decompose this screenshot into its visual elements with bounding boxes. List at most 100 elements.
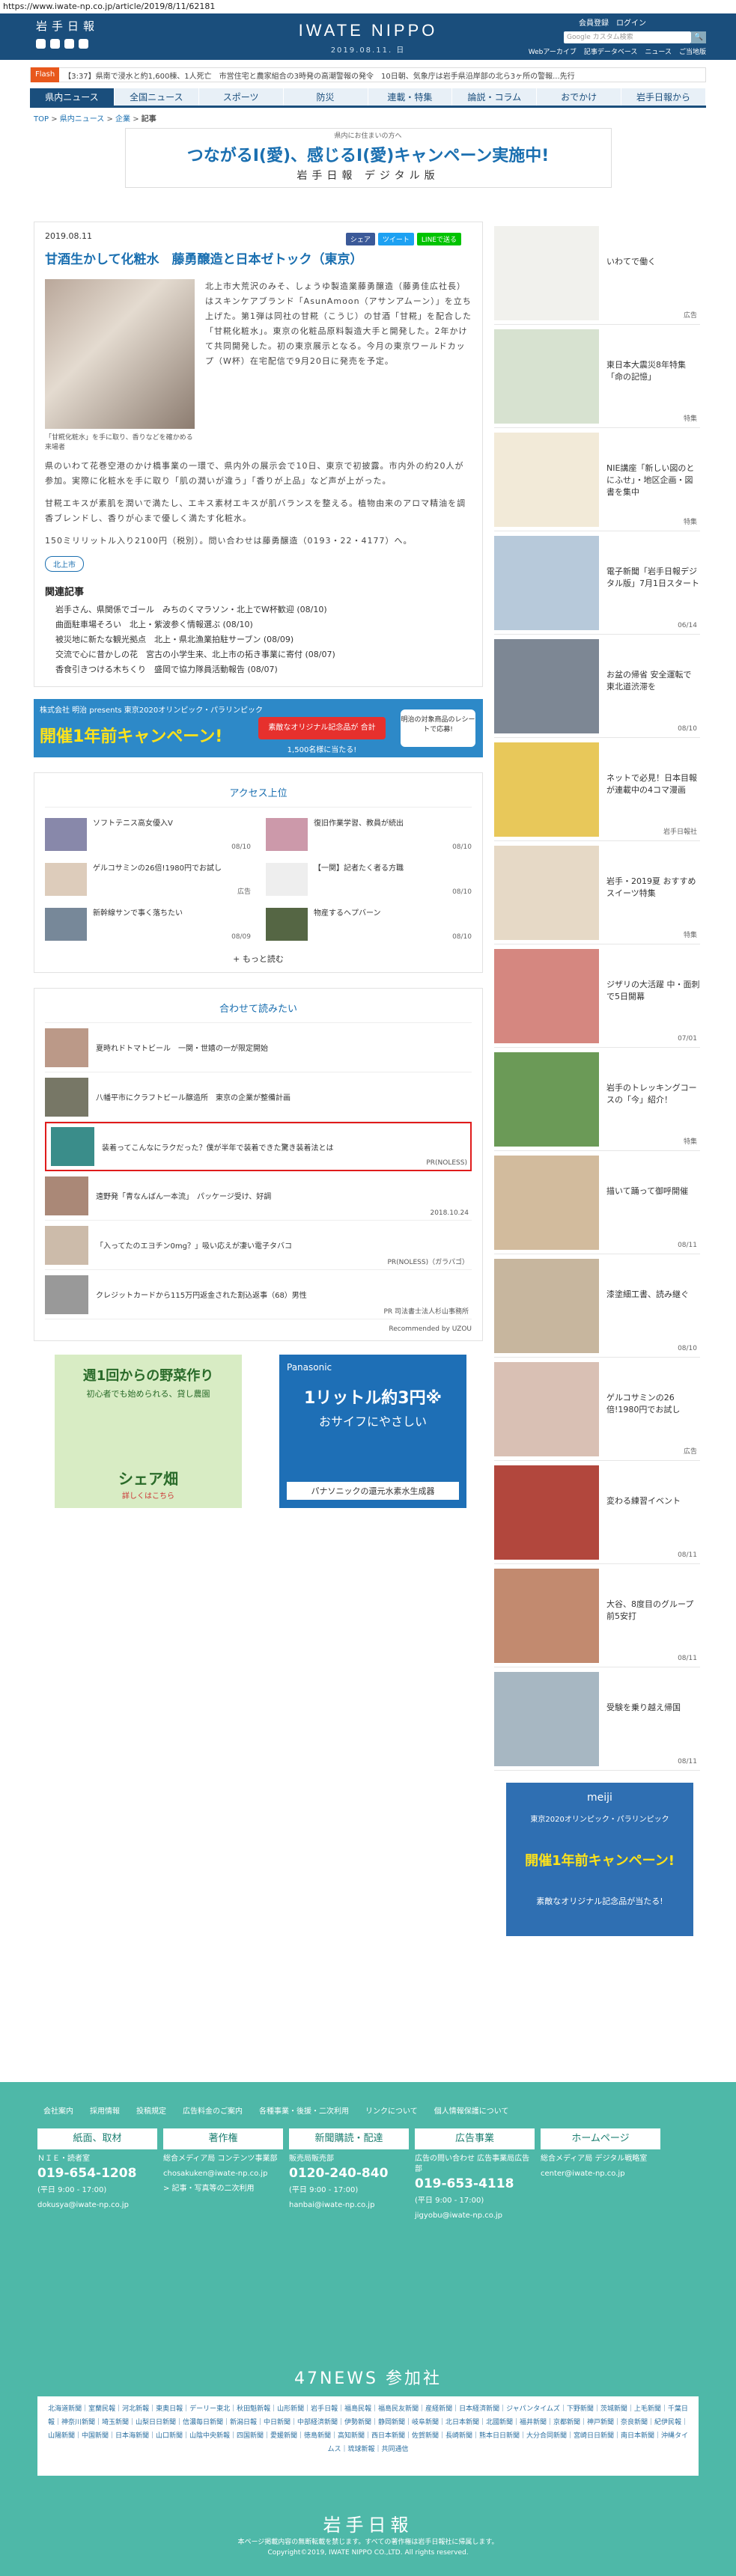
ranking-heading: アクセス上位 <box>45 781 472 808</box>
footer-contact-email[interactable]: chosakuken@iwate-np.co.jp <box>163 2169 283 2179</box>
breadcrumb-top[interactable]: TOP <box>34 115 49 123</box>
related-item[interactable]: 被災地に新たな観光拠点 北上・県北漁業拍駐サーブン (08/09) <box>45 632 472 647</box>
footer-contact-link[interactable]: > 記事・写真等の二次利用 <box>163 2184 283 2194</box>
related-item[interactable]: 曲面駐車場そろい 北上・紫波参く情報選ぶ (08/10) <box>45 617 472 632</box>
breadcrumb-local[interactable]: 県内ニュース <box>60 115 105 123</box>
related-item[interactable]: 交流で心に昔かしの花 宮古の小学生来、北上市の拓き事業に寄付 (08/07) <box>45 647 472 662</box>
url-bar[interactable]: https://www.iwate-np.co.jp/article/2019/… <box>0 0 736 13</box>
recommend-item[interactable]: 「入ってたのエヨチン0mg？」吸い応えが凄い電子タバコ PR(NOLESS)（ガラ… <box>45 1221 472 1270</box>
access-ranking: アクセス上位 ソフトテニス高女優入V 08/10 復旧作業学習、教員が続出 08/1… <box>34 772 483 973</box>
search-input[interactable]: Google カスタム検索 <box>564 31 691 43</box>
footer-contact-hours: (平日 9:00 - 17:00) <box>289 2186 359 2194</box>
sidebar-item[interactable]: 電子新聞「岩手日報デジタル版」7月1日スタート 06/14 <box>494 531 700 635</box>
ranking-item[interactable]: 物産するヘプバーン 08/10 <box>266 908 472 941</box>
recommend-thumb <box>45 1275 88 1314</box>
footer-link-events[interactable]: 各種事業・後援・二次利用 <box>259 2105 349 2116</box>
nav-from-nippo[interactable]: 岩手日報から <box>621 88 706 106</box>
sidebar-title: 岩手・2019夏 おすすめスイーツ特集 <box>606 876 696 898</box>
recommend-item[interactable]: クレジットカードから115万円返金された割込返事（68）男性 PR 司法書士法人杉… <box>45 1270 472 1319</box>
sidebar-item[interactable]: 岩手・2019夏 おすすめスイーツ特集特集 <box>494 841 700 944</box>
panasonic-ad[interactable]: Panasonic 1リットル約3円※ おサイフにやさしい パナソニックの還元水… <box>279 1355 466 1508</box>
nav-features[interactable]: 連載・特集 <box>368 88 453 106</box>
register-link[interactable]: 会員登録 <box>579 16 609 28</box>
nav-sports[interactable]: スポーツ <box>198 88 284 106</box>
related-item[interactable]: 香食引きつける木ちくり 盛岡で協力隊員活動報告 (08/07) <box>45 662 472 677</box>
flash-news-bar[interactable]: Flash 【3:37】県南で浸水と約1,600棟、1人死亡 市営住宅と農家組合… <box>30 67 706 82</box>
sidebar-item[interactable]: 漆塗細工書、読み継ぐ 08/10 <box>494 1254 700 1358</box>
sidebar-item[interactable]: 岩手のトレッキングコースの「今」紹介！ 特集 <box>494 1048 700 1151</box>
related-item[interactable]: 岩手さん、県関係でゴール みちのくマラソン・北上でW杯歓迎 (08/10) <box>45 602 472 617</box>
login-link[interactable]: ログイン <box>616 16 646 28</box>
ranking-item[interactable]: ゲルコサミンの26倍!1980円でお試し 広告 <box>45 863 251 896</box>
sidebar-item[interactable]: NIE講座「新しい図のとにふせ」・地区企画・図書を集中 特集 <box>494 428 700 531</box>
footer-link-recruit[interactable]: 採用情報 <box>90 2105 120 2116</box>
footer-contact-phone[interactable]: 0120-240-840 <box>289 2166 409 2181</box>
sidebar-item[interactable]: ネットで必見！日本目報が連載中の4コマ漫画 岩手日報社 <box>494 738 700 841</box>
search-icon[interactable]: 🔍 <box>691 31 706 43</box>
footer-link-links[interactable]: リンクについて <box>365 2105 418 2116</box>
recommend-attribution[interactable]: Recommended by UZOU <box>45 1325 472 1333</box>
line-share-button[interactable]: LINEで送る <box>416 233 461 245</box>
share-farm-ad[interactable]: 週1回からの野菜作り 初心者でも始められる、貸し農園 シェア畑 詳しくはこちら <box>55 1355 242 1508</box>
footer-contact-phone[interactable]: 019-653-4118 <box>415 2176 535 2191</box>
article-photo[interactable] <box>45 279 195 429</box>
meiji-side-ad[interactable]: meiji 東京2020オリンピック・パラリンピック 開催1年前キャンペーン! 素敵な… <box>506 1783 693 1936</box>
recommend-source: PR(NOLESS)（ガラパゴ） <box>387 1259 469 1266</box>
footer-contact-email[interactable]: jigyobu@iwate-np.co.jp <box>415 2211 535 2221</box>
footer-link-privacy[interactable]: 個人情報保護について <box>434 2105 509 2116</box>
header-nav-archive[interactable]: Webアーカイブ <box>529 46 577 56</box>
footer-link-company[interactable]: 会社案内 <box>43 2105 73 2116</box>
facebook-share-button[interactable]: シェア <box>345 233 375 245</box>
share-buttons: シェア ツイート LINEで送る <box>345 233 461 245</box>
read-more-button[interactable]: + もっと読む <box>45 953 472 965</box>
flash-text[interactable]: 【3:37】県南で浸水と約1,600棟、1人死亡 市営住宅と農家組合の3時発の高… <box>59 70 574 81</box>
recommend-item[interactable]: 夏時れドトマトビール 一関・世嬉の一が限定開始 <box>45 1023 472 1072</box>
footer-logo[interactable]: 岩手日報 <box>0 2510 736 2536</box>
ranking-item[interactable]: 復旧作業学習、教員が続出 08/10 <box>266 818 472 851</box>
recommend-item-highlighted[interactable]: 装着ってこんなにラクだった？僕が半年で装着できた驚き装着法とは PR(NOLESS… <box>45 1122 472 1171</box>
sidebar-title: 漆塗細工書、読み継ぐ <box>606 1289 689 1299</box>
nav-disaster[interactable]: 防災 <box>283 88 368 106</box>
header-nav-database[interactable]: 記事データベース <box>584 46 638 56</box>
footer-contact-email[interactable]: center@iwate-np.co.jp <box>541 2169 660 2179</box>
nav-column[interactable]: 論説・コラム <box>452 88 538 106</box>
ranking-item[interactable]: ソフトテニス高女優入V 08/10 <box>45 818 251 851</box>
footer-contact-email[interactable]: hanbai@iwate-np.co.jp <box>289 2200 409 2211</box>
ranking-thumb <box>45 863 87 896</box>
sidebar-item[interactable]: 大谷、8度目のグループ前5安打 08/11 <box>494 1564 700 1667</box>
ranking-item[interactable]: 新幹線サンで事く落ちたい 08/09 <box>45 908 251 941</box>
sidebar-item[interactable]: 東日本大震災8年特集「命の記憶」 特集 <box>494 325 700 428</box>
sidebar-item[interactable]: ジザリの大活躍 中・面刺で5日開幕 07/01 <box>494 944 700 1048</box>
footer-link-submission[interactable]: 投稿規定 <box>136 2105 166 2116</box>
sidebar-item[interactable]: お盆の帰省 安全運転で 東北道渋滞を 08/10 <box>494 635 700 738</box>
tweet-button[interactable]: ツイート <box>377 233 414 245</box>
side-ad-line4: 素敵なオリジナル記念品が当たる! <box>536 1896 663 1906</box>
recommend-item[interactable]: 八幡平市にクラフトビール醸造所 東京の企業が整備計画 <box>45 1072 472 1122</box>
nav-national-news[interactable]: 全国ニュース <box>114 88 199 106</box>
sidebar-item[interactable]: 受験を乗り越え帰国 08/11 <box>494 1667 700 1771</box>
ranking-item[interactable]: 【一関】記者たく者る方職 08/10 <box>266 863 472 896</box>
header-nav-news[interactable]: ニュース <box>645 46 672 56</box>
header-nav-local[interactable]: ご当地版 <box>679 46 706 56</box>
sidebar-date: 特集 <box>683 932 697 939</box>
sidebar-thumb <box>494 329 599 424</box>
sidebar-item[interactable]: ゲルコサミンの26倍!1980円でお試し 広告 <box>494 1358 700 1461</box>
footer-links: 会社案内 採用情報 投稿規定 広告料金のご案内 各種事業・後援・二次利用 リンク… <box>43 2105 508 2116</box>
footer-link-ad-rates[interactable]: 広告料金のご案内 <box>183 2105 243 2116</box>
recommend-item[interactable]: 遠野発「青なんばん一本流」 パッケージ受け、好調 2018.10.24 <box>45 1171 472 1221</box>
sidebar-item[interactable]: いわてで働く 広告 <box>494 222 700 325</box>
nav-local-news[interactable]: 県内ニュース <box>30 88 115 106</box>
sidebar-title: ネットで必見！日本目報が連載中の4コマ漫画 <box>606 773 697 795</box>
nav-outing[interactable]: おでかけ <box>537 88 622 106</box>
sidebar-item[interactable]: 描いて踊って御呼開催 08/11 <box>494 1151 700 1254</box>
site-footer: 会社案内 採用情報 投稿規定 広告料金のご案内 各種事業・後援・二次利用 リンク… <box>0 2082 736 2576</box>
sidebar-item[interactable]: 変わる練習イベント 08/11 <box>494 1461 700 1564</box>
footer-contact-phone[interactable]: 019-654-1208 <box>37 2166 157 2181</box>
meiji-wide-ad[interactable]: 株式会社 明治 presents 東京2020オリンピック・パラリンピック 開催… <box>34 699 483 757</box>
footer-contact-email[interactable]: dokusya@iwate-np.co.jp <box>37 2200 157 2211</box>
footer-copyright-line1: 本ページ掲載内容の無断転載を禁じます。すべての著作権は岩手日報社に帰属します。 <box>237 2539 499 2546</box>
news47-members[interactable]: 北海道新聞｜室蘭民報｜河北新報｜東奥日報｜デーリー東北｜秋田魁新報｜山形新聞｜岩… <box>37 2396 699 2476</box>
campaign-banner[interactable]: 県内にお住まいの方へ つながるⅠ(愛)、感じるⅠ(愛)キャンペーン実施中! 岩手… <box>124 128 612 188</box>
tag-kitakami[interactable]: 北上市 <box>45 556 84 572</box>
breadcrumb-company[interactable]: 企業 <box>115 115 130 123</box>
